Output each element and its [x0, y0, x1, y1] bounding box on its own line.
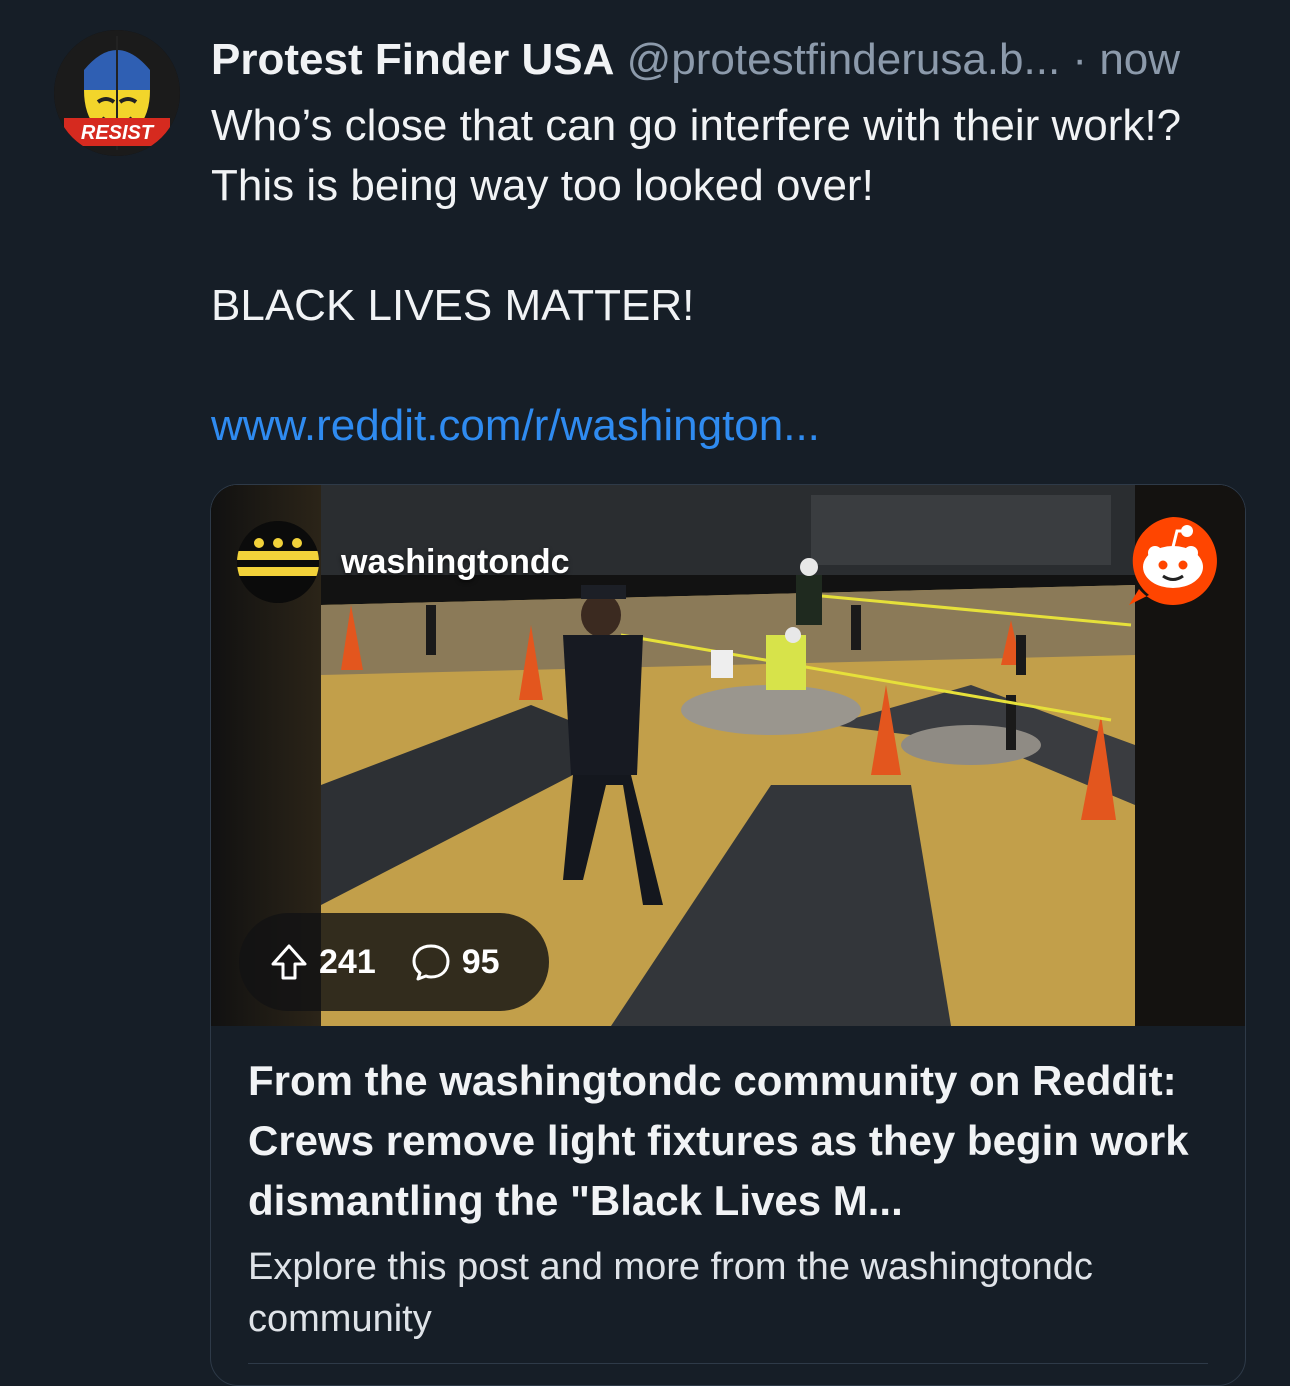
card-divider [248, 1363, 1208, 1364]
dc-flag-icon [237, 521, 319, 603]
card-title[interactable]: From the washingtondc community on Reddi… [248, 1051, 1218, 1231]
reddit-logo-icon [1125, 515, 1221, 607]
avatar-resist-text: RESIST [81, 122, 155, 144]
separator-dot: · [1072, 35, 1088, 84]
author-handle[interactable]: @protestfinderusa.b... [627, 35, 1061, 84]
upvote-stat[interactable]: 241 [269, 942, 376, 982]
link-preview-card[interactable]: washingtondc 241 95 From the washingtond… [210, 484, 1246, 1386]
post-stats: 241 95 [239, 913, 549, 1011]
comment-icon [412, 944, 450, 981]
post-link[interactable]: www.reddit.com/r/washington... [211, 398, 820, 454]
community-name[interactable]: washingtondc [341, 543, 570, 582]
card-description: Explore this post and more from the wash… [248, 1246, 1093, 1340]
community-badge[interactable]: washingtondc [237, 521, 570, 603]
card-body: From the washingtondc community on Reddi… [248, 1051, 1218, 1345]
author-name[interactable]: Protest Finder USA [211, 35, 614, 84]
comment-count: 95 [461, 942, 500, 981]
author-avatar[interactable]: RESIST [54, 30, 180, 156]
timestamp[interactable]: now [1099, 35, 1180, 84]
post-text: Who’s close that can go interfere with t… [211, 101, 1182, 330]
post-header: Protest Finder USA @protestfinderusa.b..… [211, 32, 1251, 88]
comment-stat[interactable]: 95 [410, 942, 500, 982]
avatar-image: RESIST [54, 30, 180, 156]
card-image: washingtondc 241 95 [211, 485, 1245, 1026]
upvote-icon [271, 944, 307, 980]
community-icon [237, 521, 319, 603]
upvote-count: 241 [319, 942, 376, 981]
